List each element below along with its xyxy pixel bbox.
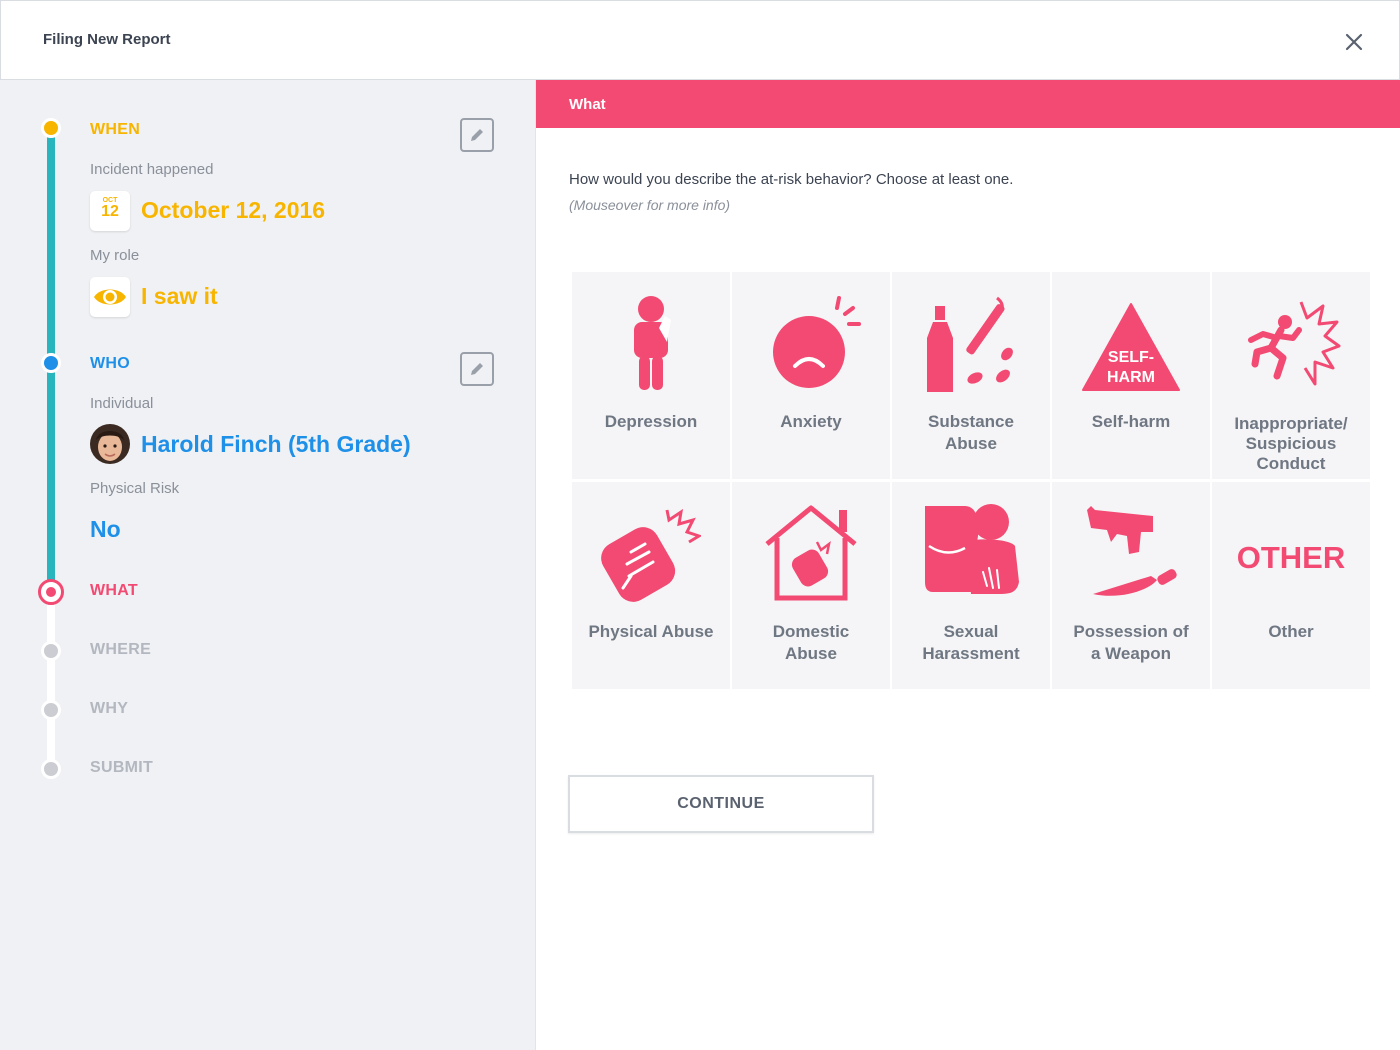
- physical-risk-value: No: [90, 516, 121, 542]
- option-label-line-1: Domestic: [772, 622, 850, 641]
- pencil-icon: [471, 363, 483, 375]
- step-dot-where: [41, 641, 61, 661]
- avatar: [90, 424, 130, 464]
- my-role-value: I saw it: [141, 283, 218, 309]
- option-label-line-2: Abuse: [945, 434, 997, 453]
- step-label-where: WHERE: [90, 641, 152, 658]
- substance-abuse-icon: [927, 296, 1013, 392]
- my-role-label: My role: [90, 247, 140, 264]
- option-label: Depression: [604, 412, 698, 431]
- edit-who-button[interactable]: [460, 352, 494, 386]
- step-label-when[interactable]: WHEN: [90, 121, 140, 139]
- anxiety-icon: [773, 296, 861, 388]
- option-sexual-harassment[interactable]: Sexual Harassment: [892, 482, 1050, 689]
- behavior-options-grid: Depression Anxiety Substance Abuse SELF-: [572, 272, 1370, 690]
- close-button[interactable]: [1340, 28, 1368, 56]
- section-title: What: [569, 96, 606, 113]
- option-self-harm[interactable]: SELF- HARM Self-harm: [1052, 272, 1210, 479]
- step-label-why: WHY: [90, 700, 129, 717]
- option-label: Self-harm: [1091, 412, 1171, 431]
- step-dot-submit: [41, 759, 61, 779]
- other-icon: OTHER: [1236, 540, 1346, 575]
- option-domestic-abuse[interactable]: Domestic Abuse: [732, 482, 890, 689]
- eye-icon: [90, 277, 130, 317]
- option-other[interactable]: OTHER Other: [1212, 482, 1370, 689]
- step-label-who[interactable]: WHO: [90, 355, 130, 373]
- weapon-icon: [1087, 506, 1177, 596]
- modal-title: Filing New Report: [43, 31, 171, 48]
- option-inappropriate-conduct[interactable]: Inappropriate/ Suspicious Conduct: [1212, 272, 1370, 479]
- hint-text: (Mouseover for more info): [569, 197, 731, 213]
- option-label-line-2: Abuse: [785, 644, 837, 663]
- step-label-what[interactable]: WHAT: [90, 582, 138, 600]
- modal-header: Filing New Report: [0, 0, 1400, 80]
- individual-label: Individual: [90, 395, 154, 412]
- progress-sidebar: WHEN Incident happened OCT 12 October 12…: [0, 80, 536, 1050]
- incident-date-value: October 12, 2016: [141, 197, 326, 223]
- step-dot-why: [41, 700, 61, 720]
- calendar-icon: OCT 12: [90, 191, 130, 231]
- option-label: Anxiety: [780, 412, 842, 431]
- sexual-harassment-icon: [925, 504, 1019, 594]
- step-label-submit: SUBMIT: [90, 759, 154, 776]
- inappropriate-conduct-icon: [1248, 301, 1341, 386]
- physical-abuse-icon: [601, 508, 701, 602]
- option-substance-abuse[interactable]: Substance Abuse: [892, 272, 1050, 479]
- self-harm-icon-text-2: HARM: [1107, 369, 1155, 386]
- option-label-line-1: Inappropriate/: [1234, 414, 1348, 433]
- option-depression[interactable]: Depression: [572, 272, 730, 479]
- option-label-line-2: a Weapon: [1091, 644, 1171, 663]
- step-dot-who: [41, 353, 61, 373]
- individual-value: Harold Finch (5th Grade): [141, 431, 411, 457]
- section-banner: What: [536, 80, 1400, 128]
- continue-button[interactable]: CONTINUE: [568, 775, 874, 833]
- option-label-line-2: Harassment: [922, 644, 1020, 663]
- pencil-icon: [471, 129, 483, 141]
- step-dot-when: [41, 118, 61, 138]
- incident-happened-label: Incident happened: [90, 161, 214, 178]
- close-icon: [1345, 33, 1363, 51]
- calendar-day: 12: [101, 203, 119, 220]
- timeline-rail-pending: [47, 592, 55, 770]
- depression-icon: [634, 296, 671, 390]
- option-label-line-1: Sexual: [943, 622, 999, 641]
- question-text: How would you describe the at-risk behav…: [569, 171, 1014, 188]
- option-weapon[interactable]: Possession of a Weapon: [1052, 482, 1210, 689]
- option-label-line-2: Suspicious: [1245, 434, 1337, 453]
- step-dot-what: [38, 579, 64, 605]
- option-label-line-3: Conduct: [1256, 454, 1326, 473]
- physical-risk-label: Physical Risk: [90, 480, 180, 497]
- option-label: Other: [1268, 622, 1314, 641]
- edit-when-button[interactable]: [460, 118, 494, 152]
- option-label-line-1: Possession of: [1073, 622, 1189, 641]
- option-label-line-1: Substance: [928, 412, 1014, 431]
- option-label: Physical Abuse: [588, 622, 714, 641]
- self-harm-icon-text-1: SELF-: [1107, 349, 1155, 366]
- domestic-abuse-icon: [765, 505, 857, 601]
- option-anxiety[interactable]: Anxiety: [732, 272, 890, 479]
- option-physical-abuse[interactable]: Physical Abuse: [572, 482, 730, 689]
